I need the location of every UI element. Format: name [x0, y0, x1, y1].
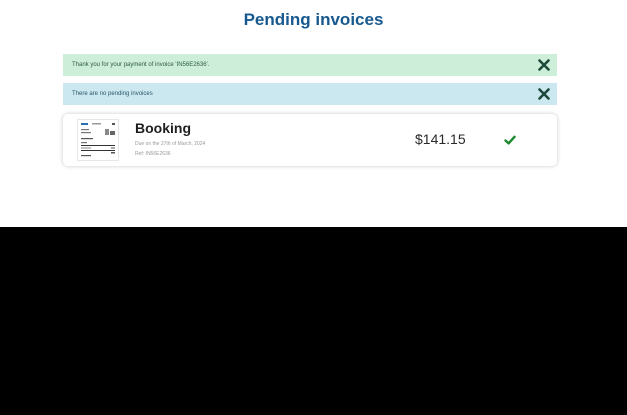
invoice-reference: Ref: IN56E2636 [135, 151, 171, 157]
checkmark-icon [504, 135, 516, 145]
blank-area [0, 227, 627, 415]
close-icon[interactable] [536, 86, 552, 102]
page: Pending invoices Thank you for your paym… [0, 0, 627, 227]
alert-message: There are no pending invoices [72, 91, 153, 97]
invoice-card[interactable]: Booking Due on the 27th of March, 2024 R… [63, 114, 557, 166]
alert-message: Thank you for your payment of invoice 'I… [72, 62, 210, 68]
invoice-thumbnail-icon [77, 119, 119, 161]
close-icon[interactable] [536, 57, 552, 73]
page-title: Pending invoices [243, 10, 384, 29]
invoice-due-date: Due on the 27th of March, 2024 [135, 141, 206, 147]
invoice-amount: $141.15 [415, 131, 466, 147]
payment-success-alert: Thank you for your payment of invoice 'I… [63, 54, 557, 76]
invoice-title: Booking [135, 120, 191, 136]
no-pending-invoices-alert: There are no pending invoices [63, 83, 557, 105]
